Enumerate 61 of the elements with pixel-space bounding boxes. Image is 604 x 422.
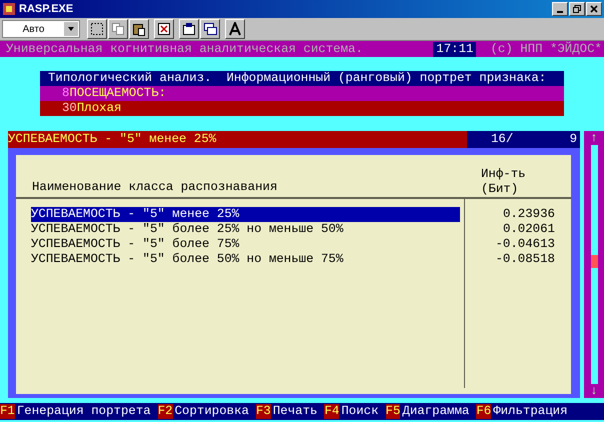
window-title: RASP.EXE: [19, 3, 74, 15]
paste-tool-button[interactable]: [129, 19, 149, 39]
attribute-number: 30: [62, 101, 77, 115]
font-size-dropdown[interactable]: Авто: [2, 20, 80, 38]
current-class-bar: УСПЕВАЕМОСТЬ - "5" менее 25%: [8, 131, 467, 148]
value-cell-text: 0.23936: [502, 207, 555, 222]
windows-icon: [203, 22, 217, 36]
function-label[interactable]: Генерация портрета: [16, 404, 151, 419]
restore-icon: [573, 5, 581, 13]
close-button[interactable]: [586, 2, 602, 16]
clock: 17:11: [433, 42, 476, 56]
class-name-row[interactable]: УСПЕВАЕМОСТЬ - "5" более 25% но меньше 50%: [31, 222, 460, 237]
function-key[interactable]: F6: [476, 404, 492, 419]
function-key[interactable]: F5: [386, 404, 400, 419]
function-label[interactable]: Поиск: [341, 404, 379, 419]
function-label[interactable]: Диаграмма: [402, 404, 470, 419]
clipboard-icon: [132, 22, 146, 36]
attribute-text: ПОСЕЩАЕМОСТЬ:: [69, 86, 166, 100]
system-title: Универсальная когнитивная аналитическая система.: [6, 42, 364, 56]
scroll-thumb[interactable]: [590, 254, 598, 268]
attribute-text: Плохая: [76, 101, 122, 115]
scrollbar[interactable]: ↑ ↓: [584, 131, 604, 398]
function-label[interactable]: Печать: [272, 404, 318, 419]
class-name-row[interactable]: УСПЕВАЕМОСТЬ - "5" более 75%: [31, 237, 460, 252]
column-header: Инф-ть: [481, 167, 526, 182]
function-key[interactable]: F3: [256, 404, 271, 419]
scroll-down-arrow[interactable]: ↓: [590, 384, 598, 398]
copy-icon: [111, 22, 125, 36]
position-counter: 16/: [491, 131, 514, 148]
dotted-rectangle-icon: [90, 22, 104, 36]
function-key[interactable]: F1: [0, 404, 15, 419]
function-label[interactable]: Фильтрация: [493, 404, 568, 419]
function-label[interactable]: Сортировка: [174, 404, 249, 419]
panel-title: Типологический анализ. Информационный (ранговый) портрет признака:: [40, 71, 564, 86]
copyright: (c) НПП *ЭЙДОС*: [490, 42, 602, 56]
value-cell-text: 0.02061: [502, 222, 555, 237]
close-icon: [590, 5, 598, 13]
column-header: Наименование класса распознавания: [32, 180, 278, 195]
font-tool-button[interactable]: [225, 19, 245, 39]
value-cell-text: -0.04613: [494, 237, 555, 252]
restore-button[interactable]: [569, 2, 585, 16]
function-key[interactable]: F2: [158, 404, 173, 419]
copy-tool-button[interactable]: [108, 19, 128, 39]
attribute-number: 8: [62, 86, 70, 100]
fullscreen-tool-button[interactable]: [154, 19, 174, 39]
value-cell-text: -0.08518: [494, 252, 555, 267]
class-name-row[interactable]: УСПЕВАЕМОСТЬ - "5" более 50% но меньше 75%: [31, 252, 460, 267]
properties-icon: [182, 22, 196, 36]
fullscreen-icon: [157, 22, 171, 36]
letter-a-icon: [228, 22, 242, 36]
properties-tool-button[interactable]: [179, 19, 199, 39]
total-counter: 9: [570, 131, 577, 148]
window-tool-button[interactable]: [200, 19, 220, 39]
minimize-button[interactable]: [552, 2, 568, 16]
class-name-row[interactable]: УСПЕВАЕМОСТЬ - "5" менее 25%: [31, 207, 460, 222]
scroll-up-arrow[interactable]: ↑: [590, 131, 598, 145]
dropdown-caret-icon: [64, 22, 78, 36]
mark-tool-button[interactable]: [87, 19, 107, 39]
function-key[interactable]: F4: [324, 404, 340, 419]
app-icon: [2, 2, 16, 16]
column-header: (Бит): [481, 182, 518, 197]
